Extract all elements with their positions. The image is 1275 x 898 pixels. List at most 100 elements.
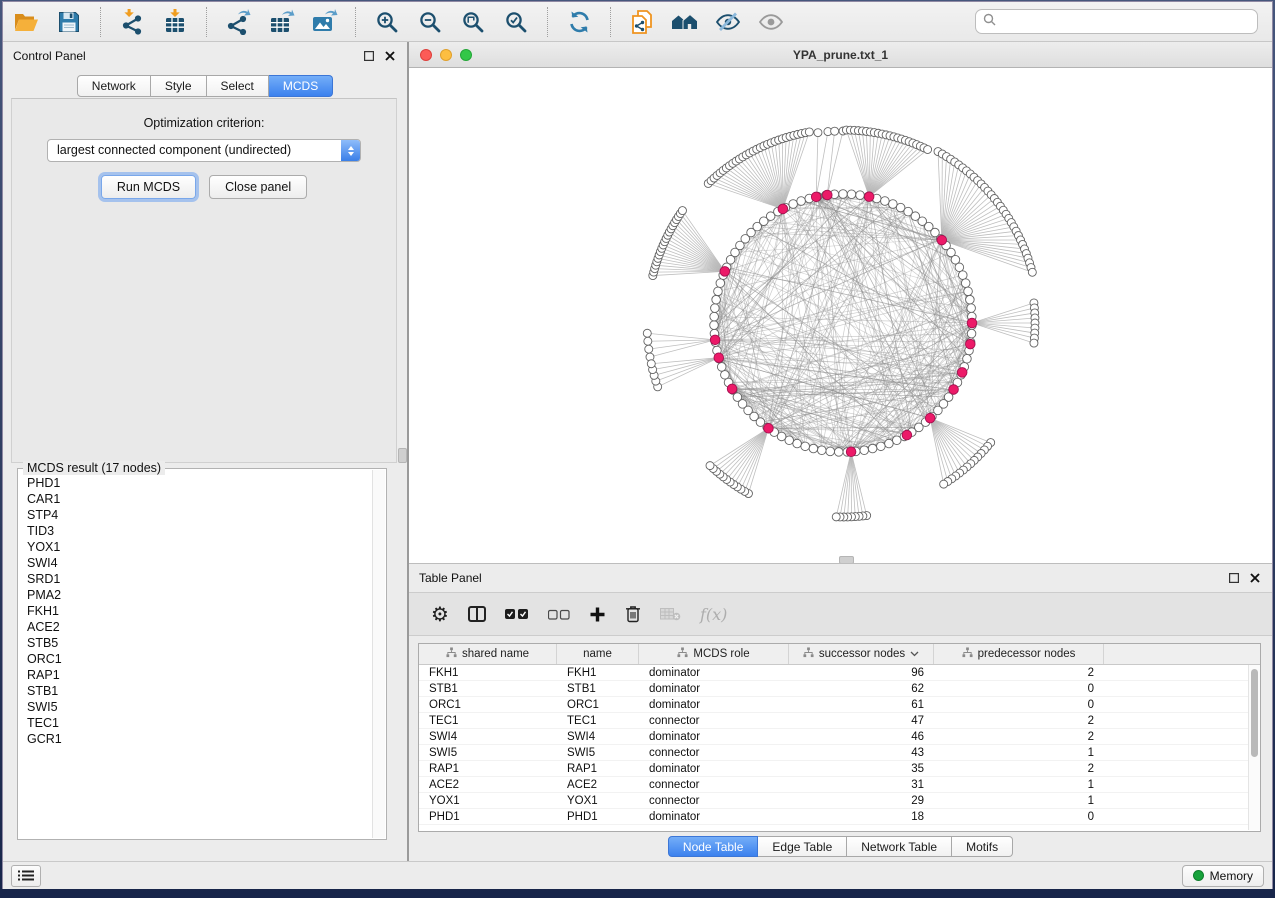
- graph-hub-node[interactable]: [925, 413, 935, 423]
- tab-network[interactable]: Network: [77, 75, 151, 97]
- search-input[interactable]: [1001, 14, 1250, 30]
- search-box[interactable]: [975, 9, 1258, 34]
- column-header-name[interactable]: name: [557, 644, 639, 664]
- graph-node[interactable]: [967, 304, 976, 313]
- graph-node[interactable]: [805, 128, 813, 136]
- close-window-icon[interactable]: [420, 49, 432, 61]
- mcds-list-scrollbar[interactable]: [372, 470, 385, 838]
- mcds-result-item[interactable]: FKH1: [19, 603, 372, 619]
- split-column-icon[interactable]: [468, 606, 486, 622]
- zoom-in-icon[interactable]: [372, 7, 402, 37]
- hide-selected-icon[interactable]: [713, 7, 743, 37]
- graph-node[interactable]: [712, 295, 721, 304]
- graph-node[interactable]: [966, 295, 975, 304]
- graph-node[interactable]: [801, 442, 810, 451]
- tab-network-table[interactable]: Network Table: [847, 836, 952, 857]
- checked-boxes-icon[interactable]: [505, 608, 529, 620]
- export-image-icon[interactable]: [309, 7, 339, 37]
- chevron-down-icon[interactable]: [910, 648, 919, 660]
- column-header-successor-nodes[interactable]: successor nodes: [789, 644, 934, 664]
- graph-hub-node[interactable]: [846, 447, 856, 457]
- graph-node[interactable]: [826, 447, 835, 456]
- mcds-result-item[interactable]: SWI4: [19, 555, 372, 571]
- graph-node[interactable]: [814, 129, 822, 137]
- graph-hub-node[interactable]: [720, 267, 730, 277]
- export-network-icon[interactable]: [223, 7, 253, 37]
- graph-node[interactable]: [892, 436, 901, 445]
- graph-node[interactable]: [797, 197, 806, 206]
- plus-icon[interactable]: [589, 606, 606, 623]
- graph-node[interactable]: [717, 363, 726, 372]
- graph-node[interactable]: [645, 345, 653, 353]
- apply-layout-icon[interactable]: [564, 7, 594, 37]
- tab-motifs[interactable]: Motifs: [952, 836, 1013, 857]
- graph-node[interactable]: [847, 190, 856, 199]
- gear-icon[interactable]: ⚙: [431, 604, 449, 624]
- mcds-result-item[interactable]: CAR1: [19, 491, 372, 507]
- graph-node[interactable]: [868, 444, 877, 453]
- save-icon[interactable]: [54, 7, 84, 37]
- graph-node[interactable]: [1028, 268, 1036, 276]
- graph-node[interactable]: [877, 442, 886, 451]
- graph-node[interactable]: [710, 312, 719, 321]
- duplicate-network-icon[interactable]: [627, 7, 657, 37]
- graph-node[interactable]: [839, 190, 848, 199]
- mcds-result-item[interactable]: PHD1: [19, 475, 372, 491]
- export-table-icon[interactable]: [266, 7, 296, 37]
- graph-node[interactable]: [831, 127, 839, 135]
- criterion-select[interactable]: largest connected component (undirected): [47, 139, 361, 162]
- graph-node[interactable]: [721, 371, 730, 380]
- graph-node[interactable]: [940, 480, 948, 488]
- graph-node[interactable]: [958, 271, 967, 280]
- tab-mcds[interactable]: MCDS: [269, 75, 333, 97]
- unchecked-boxes-icon[interactable]: [548, 609, 570, 620]
- task-history-button[interactable]: [11, 865, 41, 887]
- close-panel-button[interactable]: Close panel: [209, 175, 307, 199]
- table-row[interactable]: ACE2ACE2connector311: [419, 777, 1248, 793]
- table-row[interactable]: YOX1YOX1connector291: [419, 793, 1248, 809]
- graph-node[interactable]: [644, 337, 652, 345]
- table-row[interactable]: FKH1FKH1dominator962: [419, 665, 1248, 681]
- graph-node[interactable]: [964, 287, 973, 296]
- graph-node[interactable]: [889, 200, 898, 209]
- memory-button[interactable]: Memory: [1182, 865, 1264, 887]
- graph-node[interactable]: [881, 197, 890, 206]
- trash-icon[interactable]: [625, 605, 641, 623]
- graph-node[interactable]: [885, 439, 894, 448]
- run-mcds-button[interactable]: Run MCDS: [101, 175, 196, 199]
- graph-node[interactable]: [643, 329, 651, 337]
- table-row[interactable]: STB1STB1dominator620: [419, 681, 1248, 697]
- graph-node[interactable]: [860, 446, 869, 455]
- first-neighbors-icon[interactable]: [670, 7, 700, 37]
- maximize-window-icon[interactable]: [460, 49, 472, 61]
- table-row[interactable]: SWI5SWI5connector431: [419, 745, 1248, 761]
- zoom-out-icon[interactable]: [415, 7, 445, 37]
- graph-node[interactable]: [955, 263, 964, 272]
- graph-node[interactable]: [832, 513, 840, 521]
- graph-hub-node[interactable]: [937, 235, 947, 245]
- graph-hub-node[interactable]: [764, 423, 774, 433]
- graph-hub-node[interactable]: [965, 339, 975, 349]
- graph-hub-node[interactable]: [822, 190, 832, 200]
- mcds-result-item[interactable]: PMA2: [19, 587, 372, 603]
- table-row[interactable]: RAP1RAP1dominator352: [419, 761, 1248, 777]
- tab-style[interactable]: Style: [151, 75, 207, 97]
- graph-node[interactable]: [710, 321, 719, 330]
- mcds-result-item[interactable]: GCR1: [19, 731, 372, 747]
- graph-hub-node[interactable]: [902, 430, 912, 440]
- tab-edge-table[interactable]: Edge Table: [758, 836, 847, 857]
- graph-node[interactable]: [809, 444, 818, 453]
- import-table-icon[interactable]: [160, 7, 190, 37]
- show-all-icon[interactable]: [756, 7, 786, 37]
- graph-hub-node[interactable]: [864, 192, 874, 202]
- float-panel-icon[interactable]: [1227, 571, 1241, 585]
- table-row[interactable]: SWI4SWI4dominator462: [419, 729, 1248, 745]
- graph-node[interactable]: [1030, 339, 1038, 347]
- graph-node[interactable]: [856, 191, 865, 200]
- column-header-predecessor-nodes[interactable]: predecessor nodes: [934, 644, 1104, 664]
- minimize-window-icon[interactable]: [440, 49, 452, 61]
- mcds-result-item[interactable]: STB5: [19, 635, 372, 651]
- network-window-titlebar[interactable]: YPA_prune.txt_1: [409, 42, 1272, 68]
- graph-node[interactable]: [706, 462, 714, 470]
- table-scrollbar[interactable]: [1248, 665, 1260, 830]
